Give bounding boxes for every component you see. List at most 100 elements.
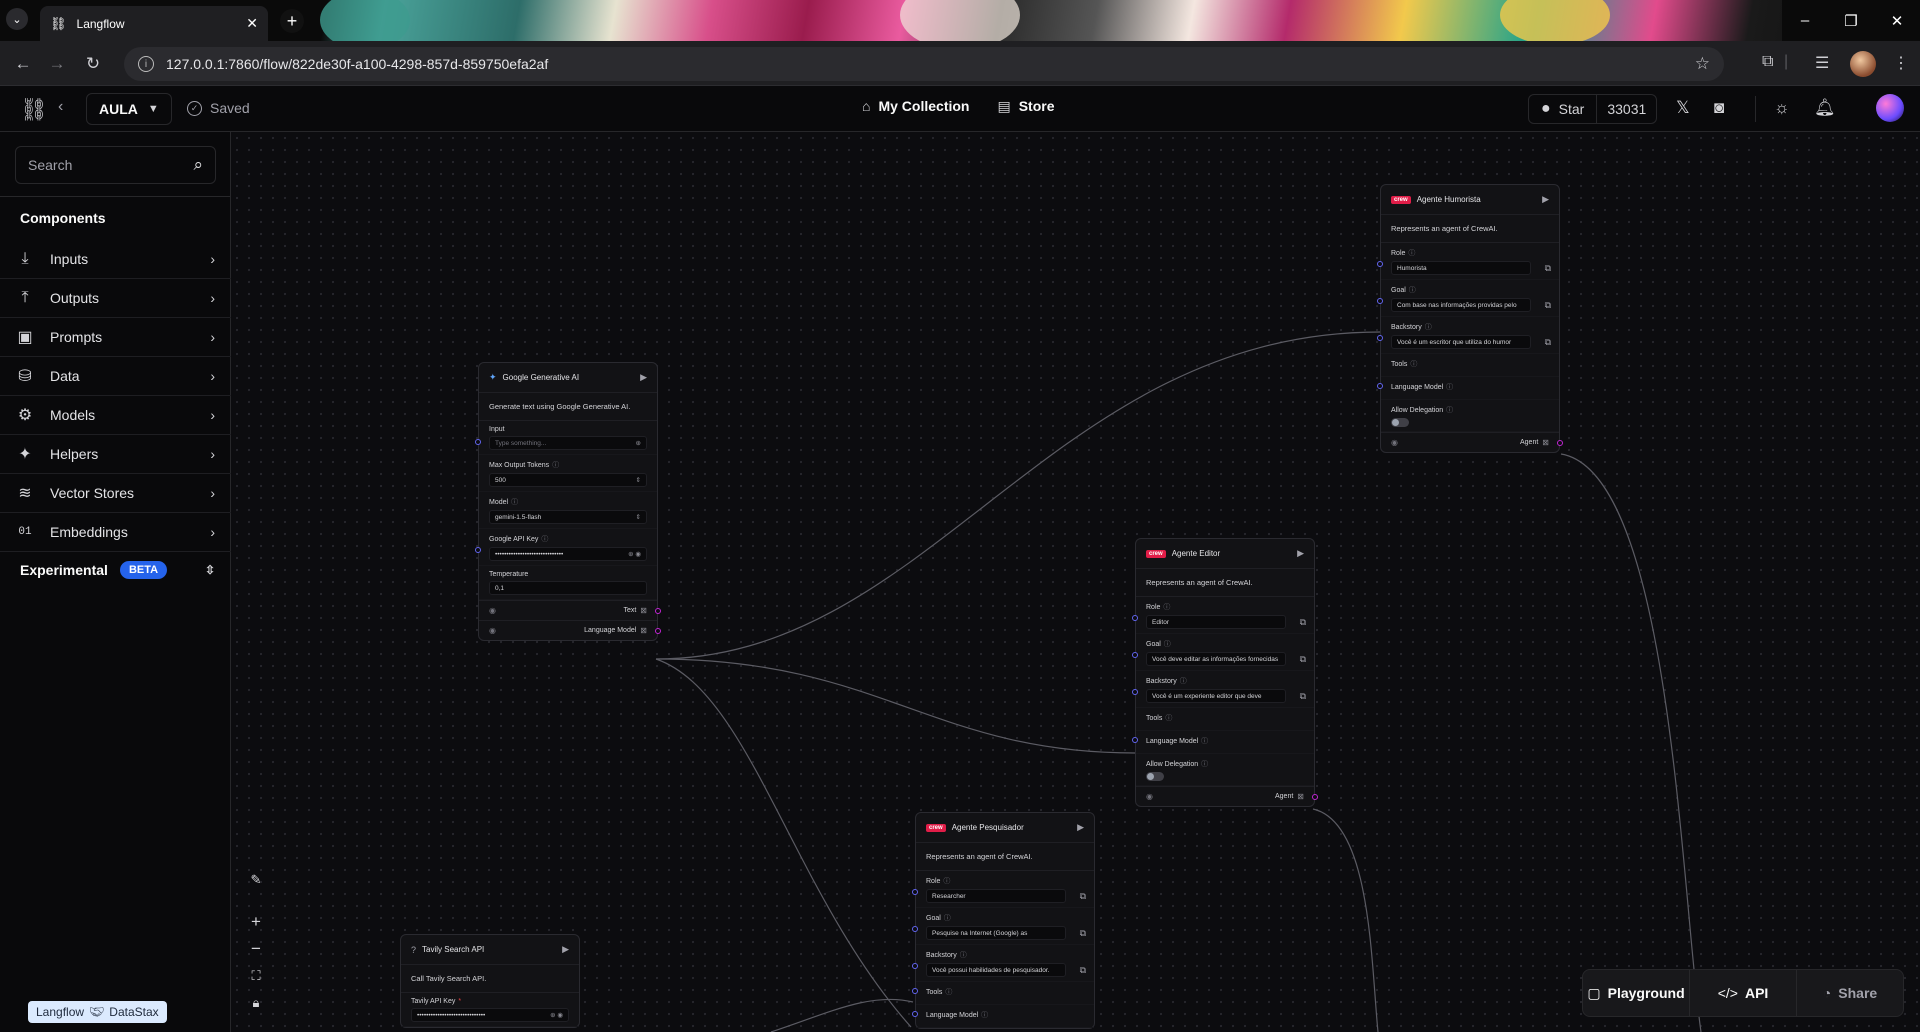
eye-icon[interactable]: ◉ xyxy=(1146,792,1153,801)
play-icon[interactable]: ▶ xyxy=(562,944,569,955)
role-input[interactable]: Researcher xyxy=(926,889,1066,903)
eye-icon[interactable]: ◉ xyxy=(1391,438,1398,447)
sidebar-item-vector-stores[interactable]: ≋ Vector Stores › xyxy=(0,474,231,513)
extensions-icon[interactable]: ⧉ xyxy=(1762,53,1773,71)
play-icon[interactable]: ▶ xyxy=(1077,822,1084,833)
bell-icon[interactable]: 🔔︎ xyxy=(1814,98,1836,118)
address-bar[interactable]: i 127.0.0.1:7860/flow/822de30f-a100-4298… xyxy=(124,47,1724,81)
x-twitter-icon[interactable]: 𝕏 xyxy=(1676,98,1690,118)
node-tavily-search-api[interactable]: ? Tavily Search API ▶ Call Tavily Search… xyxy=(400,934,580,1028)
output-select-icon[interactable]: ⊠ xyxy=(640,606,647,615)
experimental-section[interactable]: Experimental BETA ⇳ xyxy=(0,552,231,588)
close-tab-icon[interactable]: ✕ xyxy=(246,15,258,32)
output-handle[interactable] xyxy=(1312,794,1318,800)
goal-input[interactable]: Você deve editar as informações fornecid… xyxy=(1146,652,1286,666)
external-link-icon[interactable]: ⧉ xyxy=(1300,617,1306,628)
play-icon[interactable]: ▶ xyxy=(1297,548,1304,559)
output-select-icon[interactable]: ⊠ xyxy=(640,626,647,635)
input-handle[interactable] xyxy=(1377,298,1383,304)
browser-menu-icon[interactable]: ⋮ xyxy=(1893,53,1909,73)
node-agente-pesquisador[interactable]: crew Agente Pesquisador ▶ Represents an … xyxy=(912,812,1095,1029)
close-window-icon[interactable]: ✕ xyxy=(1874,0,1920,41)
sidebar-item-embeddings[interactable]: 01 Embeddings › xyxy=(0,513,231,552)
input-handle[interactable] xyxy=(912,889,918,895)
api-key-input[interactable]: •••••••••••••••••••••••••••••• ⊕ ◉ xyxy=(489,547,647,561)
api-key-input[interactable]: •••••••••••••••••••••••••••••• ⊕ ◉ xyxy=(411,1008,569,1022)
langflow-logo-icon[interactable]: ⛓ xyxy=(20,97,48,123)
lock-icon[interactable]: 🔒︎ xyxy=(245,992,267,1014)
external-link-icon[interactable]: ⧉ xyxy=(1545,337,1551,348)
backstory-input[interactable]: Você possui habilidades de pesquisador. xyxy=(926,963,1066,977)
sidebar-item-inputs[interactable]: ⤓ Inputs › xyxy=(0,240,231,279)
play-icon[interactable]: ▶ xyxy=(640,372,647,383)
chevron-left-icon[interactable]: ‹ xyxy=(58,98,63,116)
browser-tab[interactable]: ⛓ Langflow ✕ xyxy=(40,6,268,41)
external-link-icon[interactable]: ⧉ xyxy=(1300,654,1306,665)
input-handle[interactable] xyxy=(475,439,481,445)
restore-icon[interactable]: ❐ xyxy=(1828,0,1874,41)
reload-icon[interactable]: ↻ xyxy=(80,51,106,77)
minimize-icon[interactable]: – xyxy=(1782,0,1828,41)
input-field[interactable]: Type something... ⊕ xyxy=(489,436,647,450)
output-handle[interactable] xyxy=(655,628,661,634)
forward-icon[interactable]: → xyxy=(44,51,70,77)
max-tokens-input[interactable]: 500 ⇕ xyxy=(489,473,647,487)
bookmark-star-icon[interactable]: ☆ xyxy=(1695,54,1710,74)
input-handle[interactable] xyxy=(1377,383,1383,389)
goal-input[interactable]: Pesquise na Internet (Google) as xyxy=(926,926,1066,940)
eye-icon[interactable]: ◉ xyxy=(489,606,496,615)
external-link-icon[interactable]: ⧉ xyxy=(1545,300,1551,311)
tab-list-button[interactable]: ⌄ xyxy=(6,8,28,30)
input-handle[interactable] xyxy=(1377,335,1383,341)
external-link-icon[interactable]: ⧉ xyxy=(1080,965,1086,976)
backstory-input[interactable]: Você é um experiente editor que deve xyxy=(1146,689,1286,703)
backstory-input[interactable]: Você é um escritor que utiliza do humor xyxy=(1391,335,1531,349)
flow-menu-button[interactable]: AULA ▼ xyxy=(86,93,172,125)
discord-icon[interactable]: ◙ xyxy=(1714,98,1724,118)
input-handle[interactable] xyxy=(912,963,918,969)
eye-icon[interactable]: ◉ xyxy=(489,626,496,635)
playground-button[interactable]: ▢ Playground xyxy=(1583,970,1690,1016)
my-collection-link[interactable]: ⌂ My Collection xyxy=(862,98,969,115)
zoom-in-icon[interactable]: + xyxy=(245,911,267,933)
search-input[interactable]: Search ⌕ xyxy=(15,146,216,184)
profile-avatar[interactable] xyxy=(1850,51,1876,77)
input-handle[interactable] xyxy=(912,926,918,932)
input-handle[interactable] xyxy=(1132,689,1138,695)
share-button[interactable]: ◔ Share xyxy=(1797,970,1903,1016)
sidebar-item-prompts[interactable]: ▣ Prompts › xyxy=(0,318,231,357)
globe-icon[interactable]: ⊕ ◉ xyxy=(550,1011,563,1019)
input-handle[interactable] xyxy=(1132,737,1138,743)
store-link[interactable]: ▤ Store xyxy=(997,98,1054,115)
node-agente-editor[interactable]: crew Agente Editor ▶ Represents an agent… xyxy=(1132,538,1318,807)
site-info-icon[interactable]: i xyxy=(138,56,154,72)
user-avatar[interactable] xyxy=(1876,94,1904,122)
sidebar-item-helpers[interactable]: ✦ Helpers › xyxy=(0,435,231,474)
sidebar-item-models[interactable]: ⚙ Models › xyxy=(0,396,231,435)
sidebar-item-outputs[interactable]: ⤒ Outputs › xyxy=(0,279,231,318)
external-link-icon[interactable]: ⧉ xyxy=(1080,891,1086,902)
allow-delegation-toggle[interactable] xyxy=(1391,418,1409,427)
goal-input[interactable]: Com base nas informações providas pelo xyxy=(1391,298,1531,312)
flow-canvas[interactable]: ✦ Google Generative AI ▶ Generate text u… xyxy=(231,132,1920,1032)
external-link-icon[interactable]: ⧉ xyxy=(1545,263,1551,274)
external-link-icon[interactable]: ⧉ xyxy=(1300,691,1306,702)
input-handle[interactable] xyxy=(475,547,481,553)
input-handle[interactable] xyxy=(1377,261,1383,267)
langflow-datastax-badge[interactable]: Langflow 🤝︎ DataStax xyxy=(28,1001,167,1023)
api-button[interactable]: </> API xyxy=(1690,970,1797,1016)
node-google-generative-ai[interactable]: ✦ Google Generative AI ▶ Generate text u… xyxy=(475,362,661,641)
output-handle[interactable] xyxy=(1557,440,1563,446)
node-agente-humorista[interactable]: crew Agente Humorista ▶ Represents an ag… xyxy=(1377,184,1563,453)
back-icon[interactable]: ← xyxy=(10,51,36,77)
external-link-icon[interactable]: ⧉ xyxy=(1080,928,1086,939)
output-handle[interactable] xyxy=(655,608,661,614)
fit-view-icon[interactable]: ⛶ xyxy=(245,965,267,987)
media-control-icon[interactable]: ☰ xyxy=(1815,53,1829,73)
input-handle[interactable] xyxy=(1132,615,1138,621)
theme-toggle-icon[interactable]: ☼ xyxy=(1774,98,1790,118)
globe-icon[interactable]: ⊕ xyxy=(636,439,641,447)
input-handle[interactable] xyxy=(912,988,918,994)
edit-note-icon[interactable]: ✎ xyxy=(245,869,267,891)
new-tab-button[interactable]: + xyxy=(280,9,304,33)
